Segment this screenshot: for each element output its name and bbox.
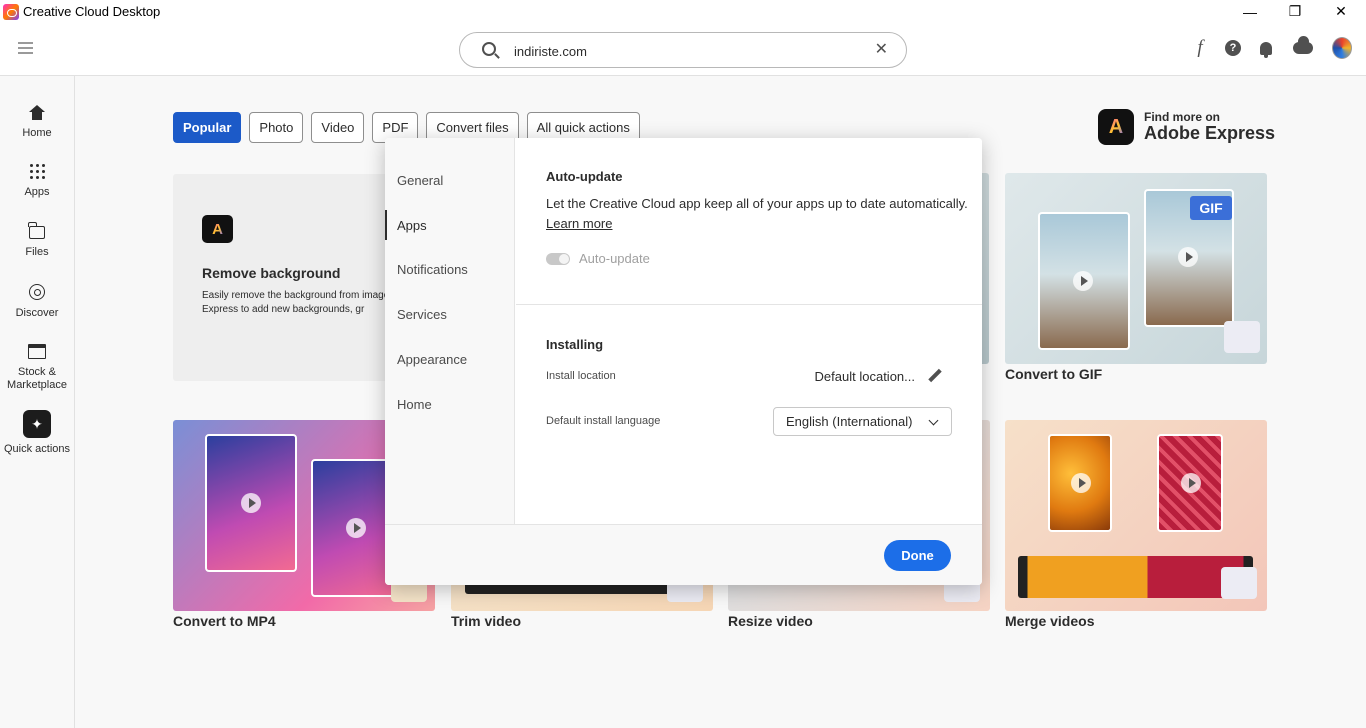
install-language-select[interactable]: English (International) [773,407,952,436]
cloud-icon [1293,36,1313,54]
adobe-express-icon: A [202,215,233,243]
store-icon [28,344,46,359]
auto-update-toggle-label: Auto-update [579,251,650,266]
search-icon [482,42,496,56]
preferences-content: Auto-update Let the Creative Cloud app k… [516,138,982,524]
card-merge-videos[interactable] [1005,420,1267,611]
card-title: Resize video [728,613,813,629]
auto-update-toggle[interactable] [546,253,570,265]
pref-tab-services[interactable]: Services [397,307,447,322]
pref-tab-general[interactable]: General [397,173,443,188]
preferences-dialog: General Apps Notifications Services Appe… [385,138,982,585]
card-title: Convert to GIF [1005,366,1103,382]
pref-tab-home[interactable]: Home [397,397,432,412]
play-icon [1178,247,1198,267]
sidebar-item-label: Quick actions [3,443,71,455]
creative-cloud-logo-icon [3,3,19,20]
close-window-button[interactable]: ✕ [1318,0,1364,23]
sidebar-item-label: Apps [24,186,50,198]
sidebar-item-label: Discover [15,307,59,319]
preferences-nav: General Apps Notifications Services Appe… [385,138,515,524]
window-title: Creative Cloud Desktop [23,4,161,19]
filter-popular[interactable]: Popular [173,112,242,143]
filter-photo[interactable]: Photo [249,112,304,143]
compass-icon [29,284,45,300]
pref-tab-apps[interactable]: Apps [397,218,427,233]
edit-pencil-icon[interactable] [928,369,942,383]
top-header: ✕ f ? [0,23,1366,76]
sidebar-item-apps[interactable]: Apps [0,164,74,198]
auto-update-description: Let the Creative Cloud app keep all of y… [546,196,968,211]
account-button[interactable] [1332,37,1352,59]
done-button[interactable]: Done [884,540,951,571]
section-title-installing: Installing [546,337,604,352]
section-title-auto-update: Auto-update [546,169,623,184]
help-button[interactable]: ? [1223,38,1243,58]
fonts-icon[interactable]: f [1190,37,1210,58]
menu-icon[interactable] [18,42,33,55]
card-title: Remove background [202,265,341,281]
play-icon [1073,271,1093,291]
bell-icon [1260,41,1272,58]
sidebar-item-stock[interactable]: Stock & Marketplace [0,344,74,392]
sidebar-item-quick-actions[interactable]: ✦ Quick actions [0,410,74,455]
search-input[interactable] [514,41,854,61]
sparkle-icon: ✦ [23,410,51,438]
maximize-button[interactable]: ❐ [1272,0,1318,23]
card-title: Trim video [451,613,522,629]
minimize-button[interactable]: — [1227,0,1273,23]
chevron-down-icon [928,415,939,426]
left-sidebar: Home Apps Files Discover Stock & Marketp… [0,76,75,728]
sidebar-item-label: Home [22,127,52,139]
cloud-status-button[interactable] [1293,36,1313,58]
install-location-value: Default location... [814,369,915,384]
gif-badge: GIF [1190,196,1232,220]
install-location-label: Install location [546,370,616,382]
filter-video[interactable]: Video [311,112,365,143]
section-divider [516,304,982,305]
adobe-express-promo[interactable]: A Find more on Adobe Express [1098,109,1275,145]
home-icon [29,105,45,121]
pref-tab-appearance[interactable]: Appearance [397,352,467,367]
sidebar-item-label: Files [25,246,49,258]
merge-icon [1221,567,1257,599]
sidebar-item-discover[interactable]: Discover [0,284,74,319]
learn-more-link[interactable]: Learn more [546,216,612,231]
sidebar-item-home[interactable]: Home [0,105,74,139]
clear-search-icon[interactable]: ✕ [875,41,888,59]
install-language-value: English (International) [786,414,913,429]
dialog-footer: Done [385,524,982,585]
play-icon [1181,473,1201,493]
play-icon [241,493,261,513]
notifications-button[interactable] [1256,38,1276,58]
folder-icon [28,222,45,239]
sidebar-item-label: Stock & Marketplace [7,366,67,391]
search-bar[interactable]: ✕ [459,32,907,68]
pref-tab-notifications[interactable]: Notifications [397,262,468,277]
apps-icon [29,164,45,179]
help-icon: ? [1225,40,1241,56]
express-promo-line1: Find more on [1144,110,1220,124]
play-icon [346,518,366,538]
gif-file-icon [1224,321,1260,353]
card-title: Convert to MP4 [173,613,276,629]
merged-timeline [1018,556,1253,598]
active-nav-indicator [385,210,387,240]
adobe-express-logo: A [1098,109,1134,145]
title-bar: Creative Cloud Desktop — ❐ ✕ [0,0,1366,23]
express-promo-line2: Adobe Express [1144,123,1276,143]
play-icon [1071,473,1091,493]
card-title: Merge videos [1005,613,1095,629]
sidebar-item-files[interactable]: Files [0,222,74,258]
install-language-label: Default install language [546,415,661,427]
avatar [1332,37,1352,59]
